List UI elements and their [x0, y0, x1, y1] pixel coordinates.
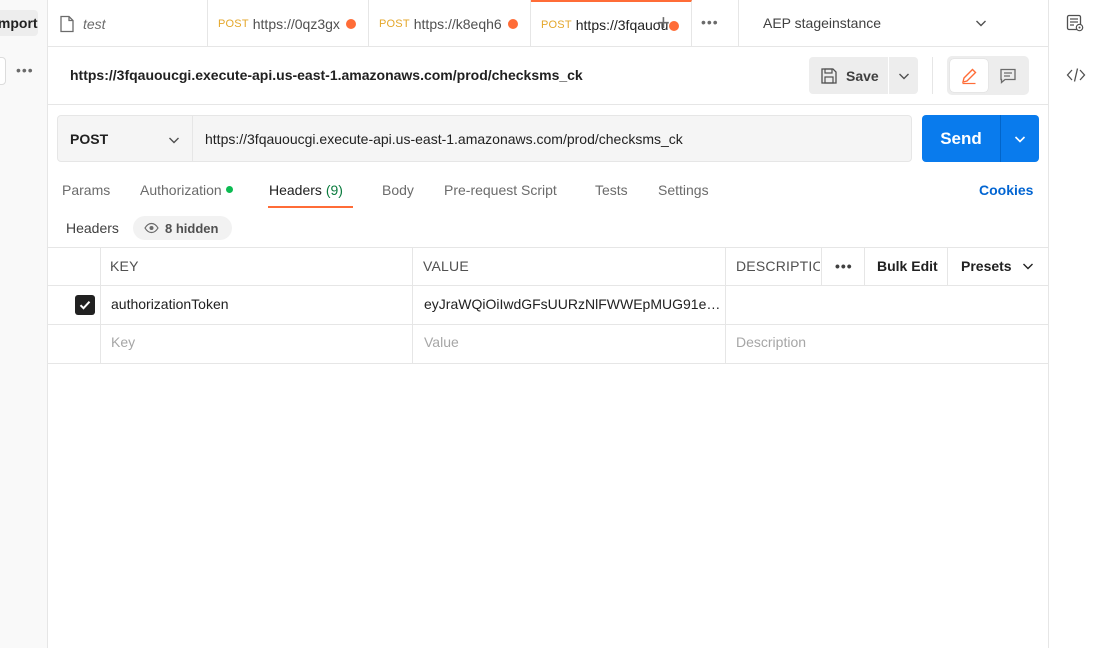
left-sidebar-strip: [0, 0, 48, 648]
import-button[interactable]: Import: [0, 10, 38, 36]
save-options-button[interactable]: [889, 57, 918, 94]
postman-window: Import ••• test POST https://0qz3gx POST…: [0, 0, 1100, 648]
tab-label: https://0qz3gx: [252, 15, 340, 32]
chevron-down-icon: [898, 73, 909, 79]
tab-headers[interactable]: Headers (9): [269, 182, 343, 198]
column-header-description: DESCRIPTION: [736, 258, 820, 274]
tab-authorization-label: Authorization: [140, 182, 222, 198]
code-snippet-icon[interactable]: [1066, 66, 1086, 84]
checkmark-icon: [79, 301, 91, 310]
tab-body[interactable]: Body: [382, 182, 414, 198]
tab-method: POST: [218, 17, 249, 30]
tab-tests[interactable]: Tests: [595, 182, 628, 198]
tab-settings[interactable]: Settings: [658, 182, 709, 198]
column-header-value: VALUE: [423, 258, 469, 274]
tab-request-0qz3gx[interactable]: POST https://0qz3gx: [208, 0, 369, 47]
save-button[interactable]: Save: [809, 57, 888, 94]
title-row-border: [48, 104, 1048, 105]
url-input[interactable]: [193, 115, 912, 162]
chevron-down-icon: [1014, 135, 1026, 143]
right-sidebar-strip: [1048, 0, 1100, 648]
pencil-icon: [962, 68, 977, 84]
unsaved-dot-icon: [346, 19, 356, 29]
row-enabled-checkbox[interactable]: [75, 295, 95, 315]
hidden-headers-toggle[interactable]: 8 hidden: [133, 216, 232, 240]
environment-selector[interactable]: AEP stageinstance: [763, 15, 881, 31]
chevron-down-icon: [1023, 263, 1034, 270]
request-title[interactable]: https://3fqauoucgi.execute-api.us-east-1…: [70, 67, 583, 83]
status-dot-icon: [225, 186, 233, 193]
header-key-cell[interactable]: authorizationToken: [111, 296, 406, 312]
method-value: POST: [70, 130, 109, 147]
title-divider: [932, 57, 933, 94]
header-value-cell[interactable]: eyJraWQiOiIwdGFsUURzNlFWWEpMUG91eUZSVWpC…: [424, 296, 722, 312]
send-button[interactable]: Send: [922, 115, 1000, 162]
chevron-down-icon[interactable]: [975, 17, 987, 29]
tab-params[interactable]: Params: [62, 182, 110, 198]
sidebar-more-icon[interactable]: •••: [16, 62, 34, 78]
headers-section-label: Headers: [66, 220, 119, 236]
tab-label: test: [83, 15, 106, 32]
presets-button[interactable]: Presets: [961, 258, 1034, 274]
tab-label: https://k8eqh6: [413, 15, 502, 32]
tab-label: https://3fqauou: [575, 16, 668, 33]
tab-bar: test POST https://0qz3gx POST https://k8…: [48, 0, 1048, 47]
unsaved-dot-icon: [508, 19, 518, 29]
tab-method: POST: [379, 17, 410, 30]
environment-quick-look-icon[interactable]: [1066, 14, 1084, 32]
key-placeholder[interactable]: Key: [111, 334, 135, 350]
document-icon: [60, 15, 74, 32]
cookies-link[interactable]: Cookies: [979, 182, 1033, 198]
tab-request-k8eqh6[interactable]: POST https://k8eqh6: [369, 0, 531, 47]
active-tab-indicator: [268, 206, 353, 208]
value-placeholder[interactable]: Value: [424, 334, 459, 350]
sidebar-search-input[interactable]: [0, 57, 6, 85]
env-divider: [738, 0, 739, 47]
tab-test[interactable]: test: [48, 0, 208, 47]
headers-table: KEY VALUE DESCRIPTION ••• Bulk Edit Pres…: [48, 247, 1048, 364]
chevron-down-icon: [169, 137, 179, 144]
tab-headers-label: Headers: [269, 182, 322, 198]
save-label: Save: [846, 67, 879, 84]
tab-method: POST: [541, 18, 572, 31]
send-options-button[interactable]: [1000, 115, 1039, 162]
table-more-icon[interactable]: •••: [835, 258, 853, 274]
http-method-select[interactable]: POST: [57, 115, 193, 162]
eye-icon: [144, 222, 159, 234]
bulk-edit-button[interactable]: Bulk Edit: [877, 258, 938, 274]
presets-label: Presets: [961, 258, 1012, 274]
edit-mode-button[interactable]: [950, 59, 988, 92]
hidden-count: 8 hidden: [165, 220, 219, 236]
tab-pre-request-script[interactable]: Pre-request Script: [444, 182, 557, 198]
description-placeholder[interactable]: Description: [736, 334, 806, 350]
tab-authorization[interactable]: Authorization: [140, 182, 233, 198]
comment-icon: [1000, 68, 1016, 84]
headers-count: (9): [325, 182, 343, 198]
new-tab-plus-icon[interactable]: +: [657, 12, 670, 34]
tabs-more-icon[interactable]: •••: [701, 14, 719, 30]
comments-mode-button[interactable]: [989, 59, 1027, 92]
column-header-key: KEY: [110, 258, 139, 274]
unsaved-dot-icon: [669, 21, 679, 31]
save-disk-icon: [821, 67, 837, 84]
